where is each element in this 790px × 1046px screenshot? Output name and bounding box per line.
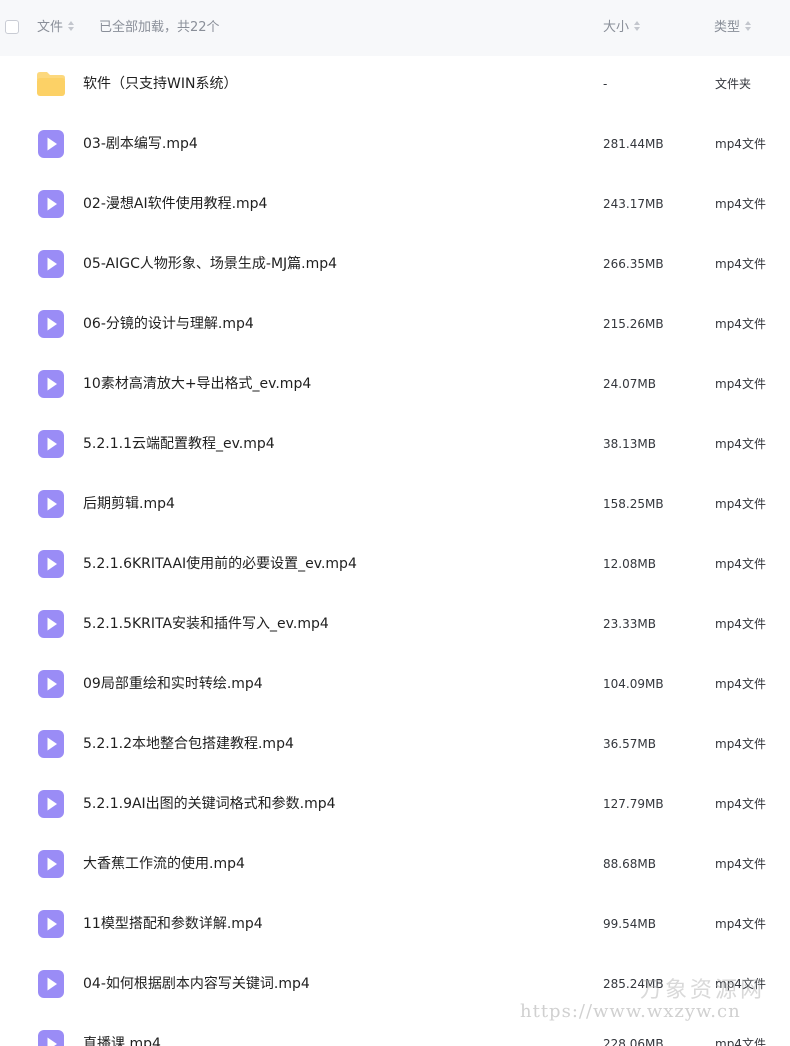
video-file-icon [37, 849, 65, 879]
video-file-icon [37, 249, 65, 279]
file-type: mp4文件 [715, 557, 766, 571]
file-row[interactable]: 11模型搭配和参数详解.mp4 99.54MB mp4文件 [0, 894, 790, 954]
file-name[interactable]: 02-漫想AI软件使用教程.mp4 [83, 194, 267, 214]
file-size: 215.26MB [603, 317, 664, 331]
file-name[interactable]: 5.2.1.5KRITA安装和插件写入_ev.mp4 [83, 614, 329, 634]
file-type: 文件夹 [715, 77, 752, 91]
video-file-icon [37, 789, 65, 819]
sort-by-type-header[interactable]: 类型 [714, 19, 752, 37]
file-row[interactable]: 02-漫想AI软件使用教程.mp4 243.17MB mp4文件 [0, 174, 790, 234]
file-name[interactable]: 04-如何根据剧本内容写关键词.mp4 [83, 974, 310, 994]
file-size: 228.06MB [603, 1037, 664, 1046]
sort-icon [633, 20, 641, 32]
file-row[interactable]: 05-AIGC人物形象、场景生成-MJ篇.mp4 266.35MB mp4文件 [0, 234, 790, 294]
video-file-icon [37, 909, 65, 939]
video-file-icon [37, 669, 65, 699]
file-type: mp4文件 [715, 1037, 766, 1046]
file-type: mp4文件 [715, 437, 766, 451]
list-header: 文件 已全部加载，共22个 大小 类型 [0, 0, 790, 56]
col-size-label: 大小 [603, 20, 630, 35]
watermark-url: https://www.wxzyw.cn [520, 1001, 741, 1022]
video-file-icon [37, 489, 65, 519]
file-row[interactable]: 5.2.1.1云端配置教程_ev.mp4 38.13MB mp4文件 [0, 414, 790, 474]
video-file-icon [37, 729, 65, 759]
file-type: mp4文件 [715, 197, 766, 211]
file-size: 36.57MB [603, 737, 656, 751]
file-name[interactable]: 10素材高清放大+导出格式_ev.mp4 [83, 374, 311, 394]
file-row[interactable]: 06-分镜的设计与理解.mp4 215.26MB mp4文件 [0, 294, 790, 354]
file-list-page: 文件 已全部加载，共22个 大小 类型 软件（只支持WIN系统） - 文件夹 03-剧… [0, 0, 790, 1046]
sort-icon [67, 20, 75, 32]
file-type: mp4文件 [715, 677, 766, 691]
file-row[interactable]: 大香蕉工作流的使用.mp4 88.68MB mp4文件 [0, 834, 790, 894]
file-row[interactable]: 后期剪辑.mp4 158.25MB mp4文件 [0, 474, 790, 534]
video-file-icon [37, 189, 65, 219]
file-name[interactable]: 05-AIGC人物形象、场景生成-MJ篇.mp4 [83, 254, 337, 274]
file-type: mp4文件 [715, 617, 766, 631]
file-size: 127.79MB [603, 797, 664, 811]
sort-icon [744, 20, 752, 32]
video-file-icon [37, 369, 65, 399]
sort-by-name-header[interactable]: 文件 [37, 19, 75, 37]
file-size: 23.33MB [603, 617, 656, 631]
col-type-label: 类型 [714, 20, 741, 35]
file-name[interactable]: 后期剪辑.mp4 [83, 494, 175, 514]
file-type: mp4文件 [715, 737, 766, 751]
select-all-checkbox[interactable] [5, 20, 19, 34]
file-name[interactable]: 09局部重绘和实时转绘.mp4 [83, 674, 263, 694]
sort-by-size-header[interactable]: 大小 [603, 19, 641, 37]
loaded-status: 已全部加载，共22个 [99, 20, 220, 35]
file-row[interactable]: 5.2.1.2本地整合包搭建教程.mp4 36.57MB mp4文件 [0, 714, 790, 774]
file-type: mp4文件 [715, 137, 766, 151]
file-row[interactable]: 5.2.1.9AI出图的关键词格式和参数.mp4 127.79MB mp4文件 [0, 774, 790, 834]
file-type: mp4文件 [715, 317, 766, 331]
file-size: 281.44MB [603, 137, 664, 151]
file-row[interactable]: 5.2.1.6KRITAAI使用前的必要设置_ev.mp4 12.08MB mp4文… [0, 534, 790, 594]
file-name[interactable]: 5.2.1.2本地整合包搭建教程.mp4 [83, 734, 294, 754]
file-size: 99.54MB [603, 917, 656, 931]
file-size: - [603, 77, 608, 91]
file-type: mp4文件 [715, 917, 766, 931]
file-row[interactable]: 09局部重绘和实时转绘.mp4 104.09MB mp4文件 [0, 654, 790, 714]
file-type: mp4文件 [715, 797, 766, 811]
file-name[interactable]: 5.2.1.1云端配置教程_ev.mp4 [83, 434, 275, 454]
file-type: mp4文件 [715, 497, 766, 511]
file-size: 104.09MB [603, 677, 664, 691]
file-name[interactable]: 直播课.mp4 [83, 1034, 161, 1046]
folder-icon [35, 70, 65, 100]
file-name[interactable]: 5.2.1.9AI出图的关键词格式和参数.mp4 [83, 794, 336, 814]
file-size: 12.08MB [603, 557, 656, 571]
file-name[interactable]: 06-分镜的设计与理解.mp4 [83, 314, 254, 334]
video-file-icon [37, 549, 65, 579]
file-type: mp4文件 [715, 857, 766, 871]
file-size: 88.68MB [603, 857, 656, 871]
file-row[interactable]: 软件（只支持WIN系统） - 文件夹 [0, 54, 790, 114]
video-file-icon [37, 969, 65, 999]
file-size: 38.13MB [603, 437, 656, 451]
video-file-icon [37, 429, 65, 459]
col-name-label: 文件 [37, 20, 64, 35]
file-name[interactable]: 11模型搭配和参数详解.mp4 [83, 914, 263, 934]
file-name[interactable]: 大香蕉工作流的使用.mp4 [83, 854, 245, 874]
video-file-icon [37, 1029, 65, 1046]
file-name[interactable]: 软件（只支持WIN系统） [83, 74, 237, 94]
file-row[interactable]: 5.2.1.5KRITA安装和插件写入_ev.mp4 23.33MB mp4文件 [0, 594, 790, 654]
file-size: 266.35MB [603, 257, 664, 271]
file-size: 24.07MB [603, 377, 656, 391]
file-row[interactable]: 03-剧本编写.mp4 281.44MB mp4文件 [0, 114, 790, 174]
file-name[interactable]: 03-剧本编写.mp4 [83, 134, 198, 154]
file-size: 243.17MB [603, 197, 664, 211]
video-file-icon [37, 129, 65, 159]
file-size: 158.25MB [603, 497, 664, 511]
file-name[interactable]: 5.2.1.6KRITAAI使用前的必要设置_ev.mp4 [83, 554, 357, 574]
file-type: mp4文件 [715, 377, 766, 391]
video-file-icon [37, 309, 65, 339]
file-row[interactable]: 10素材高清放大+导出格式_ev.mp4 24.07MB mp4文件 [0, 354, 790, 414]
watermark-brand: 万象资源网 [640, 978, 766, 1003]
file-type: mp4文件 [715, 257, 766, 271]
video-file-icon [37, 609, 65, 639]
